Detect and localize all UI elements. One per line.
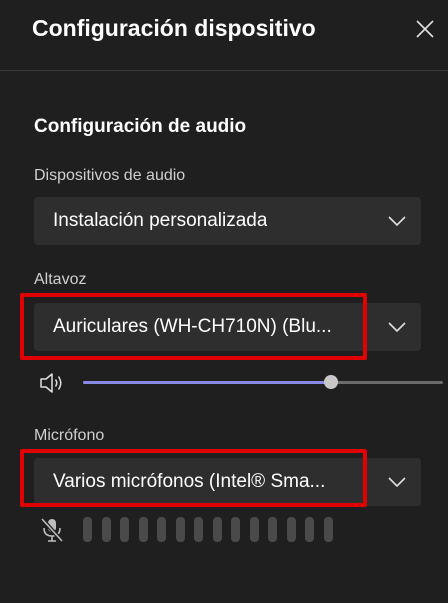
chevron-down-icon xyxy=(388,216,406,227)
mic-level-bar xyxy=(250,517,259,542)
chevron-down-icon xyxy=(388,477,406,488)
mic-level-bar xyxy=(231,517,240,542)
microphone-label: Micrófono xyxy=(34,427,105,444)
audio-devices-select[interactable]: Instalación personalizada xyxy=(34,197,421,245)
microphone-value: Varios micrófonos (Intel® Sma... xyxy=(53,471,326,492)
dialog-title: Configuración dispositivo xyxy=(32,15,316,41)
speaker-volume-thumb[interactable] xyxy=(324,375,338,389)
mic-level-bar xyxy=(120,517,129,542)
mic-level-bar xyxy=(139,517,148,542)
speaker-label: Altavoz xyxy=(34,271,87,288)
chevron-down-icon xyxy=(388,322,406,333)
mic-level-bar xyxy=(157,517,166,542)
dialog-header: Configuración dispositivo xyxy=(0,0,448,71)
audio-devices-value: Instalación personalizada xyxy=(53,210,268,231)
close-icon xyxy=(416,20,434,38)
mic-level-bar xyxy=(194,517,203,542)
speaker-icon[interactable] xyxy=(38,370,64,396)
mic-level-bar xyxy=(324,517,333,542)
mic-level-bar xyxy=(83,517,92,542)
speaker-value: Auriculares (WH-CH710N) (Blu... xyxy=(53,316,332,337)
mic-muted-icon[interactable] xyxy=(38,516,66,544)
speaker-volume-slider[interactable] xyxy=(83,375,443,389)
mic-level-bar xyxy=(176,517,185,542)
audio-devices-label: Dispositivos de audio xyxy=(34,167,186,184)
mic-level-bar xyxy=(287,517,296,542)
microphone-select[interactable]: Varios micrófonos (Intel® Sma... xyxy=(34,458,421,506)
mic-level-bar xyxy=(305,517,314,542)
close-button[interactable] xyxy=(408,12,442,46)
mic-level-bar xyxy=(102,517,111,542)
speaker-select[interactable]: Auriculares (WH-CH710N) (Blu... xyxy=(34,303,421,351)
speaker-volume-fill xyxy=(83,381,331,384)
mic-level-bar xyxy=(213,517,222,542)
mic-level-bar xyxy=(268,517,277,542)
audio-section-title: Configuración de audio xyxy=(34,116,247,137)
